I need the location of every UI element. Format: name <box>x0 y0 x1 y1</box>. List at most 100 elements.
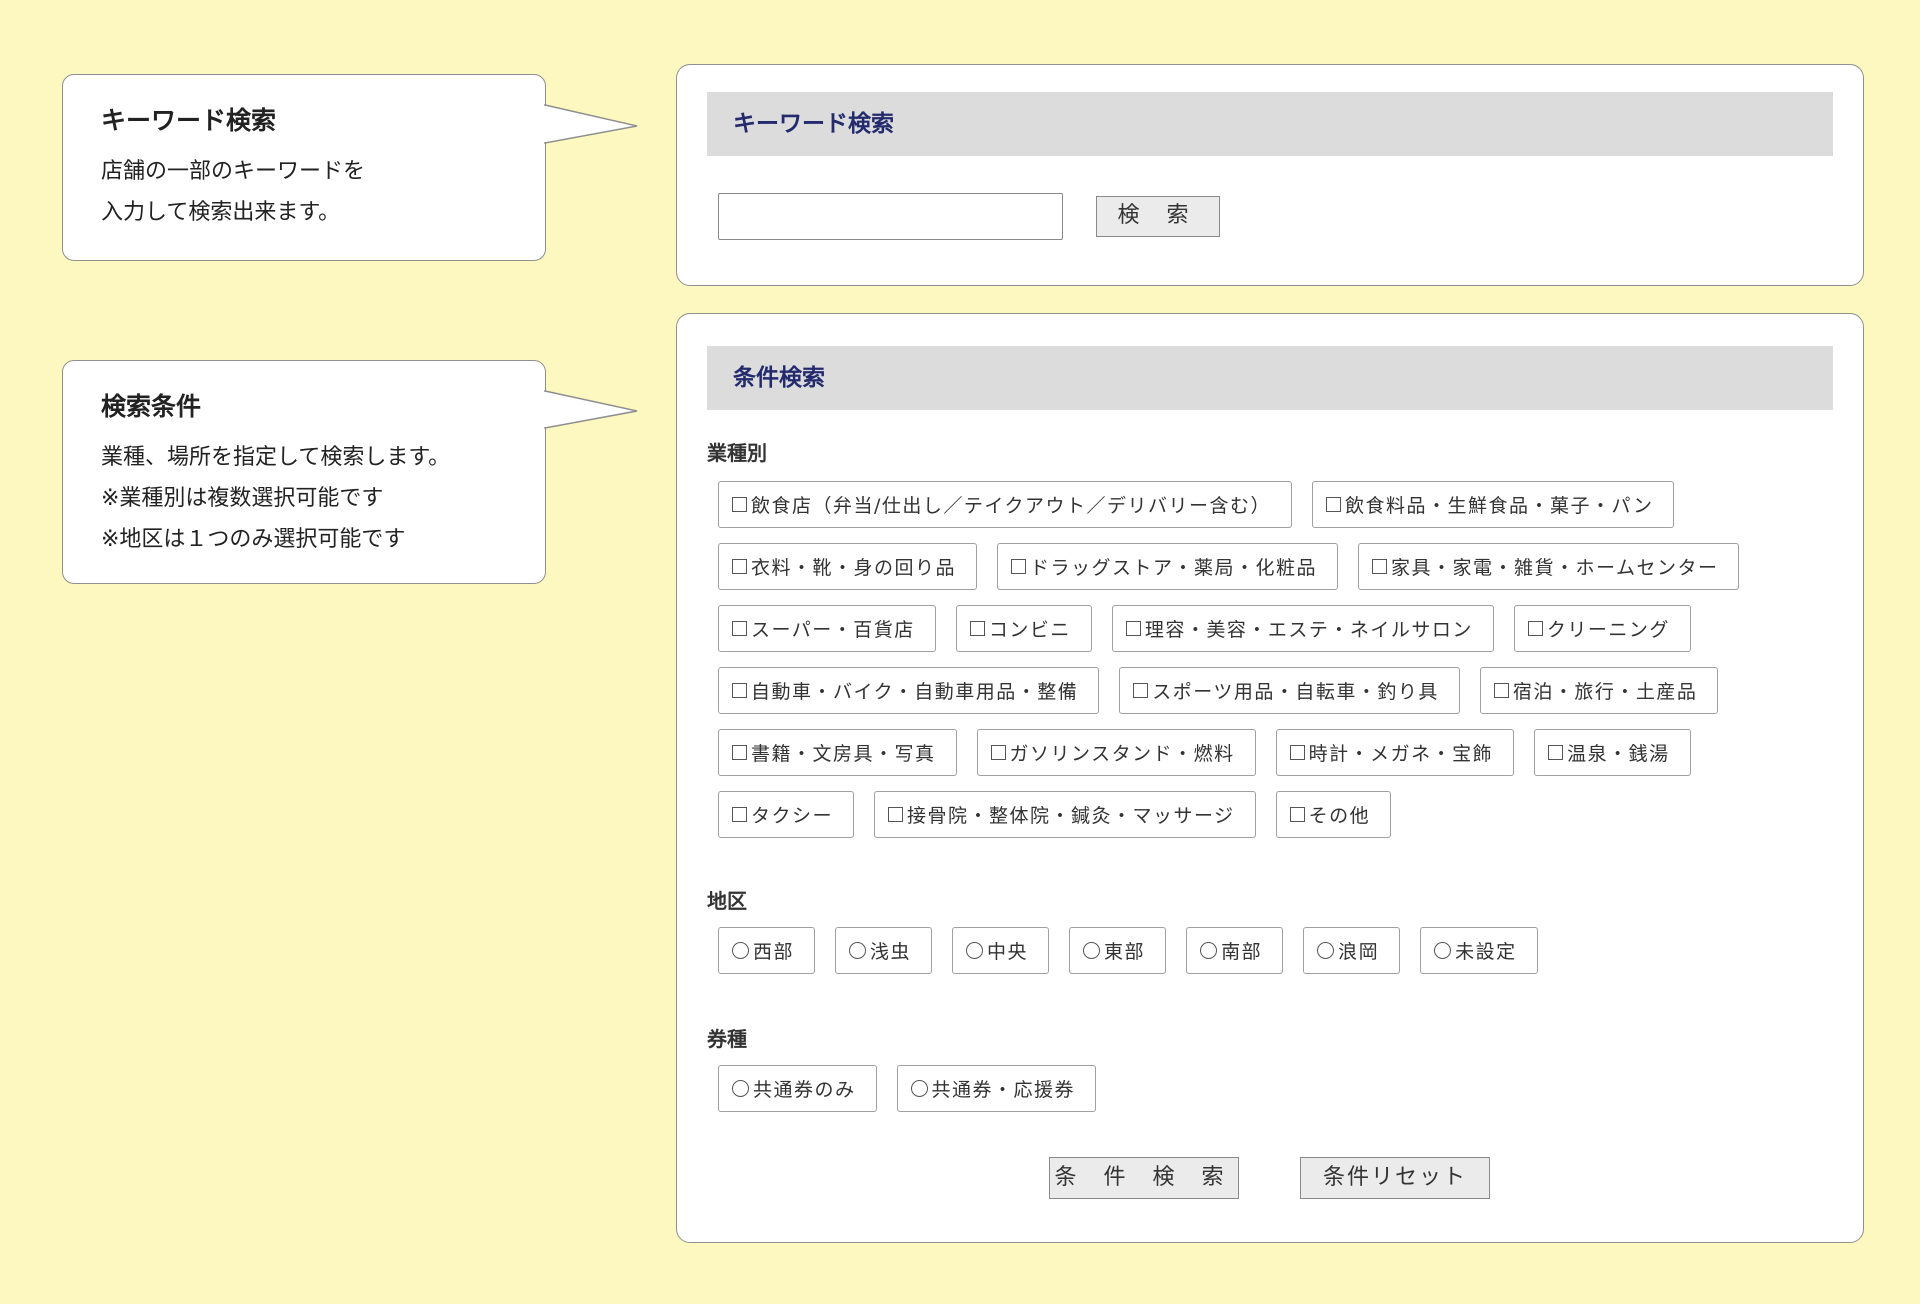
district-option[interactable]: 南部 <box>1186 927 1284 974</box>
checkbox[interactable] <box>732 683 747 698</box>
industry-label: 業種別 <box>707 441 767 465</box>
district-option[interactable]: 浅虫 <box>835 927 933 974</box>
district-option[interactable]: 未設定 <box>1420 927 1538 974</box>
industry-option[interactable]: 家具・家電・雑貨・ホームセンター <box>1358 543 1740 590</box>
checkbox[interactable] <box>732 745 747 760</box>
checkbox[interactable] <box>1548 745 1564 760</box>
checkbox[interactable] <box>990 745 1006 760</box>
checkbox[interactable] <box>732 497 747 512</box>
radio-button[interactable] <box>966 942 984 959</box>
industry-option-label: 飲食店（弁当/仕出し／テイクアウト／デリバリー含む） <box>751 495 1272 517</box>
industry-option-label: ガソリンスタンド・燃料 <box>1009 743 1235 765</box>
keyword-search-heading: キーワード検索 <box>707 92 1833 156</box>
district-options: 西部 浅虫 中央 東部 南部 浪岡 未設定 <box>718 927 1848 989</box>
industry-option[interactable]: 飲食料品・生鮮食品・菓子・パン <box>1312 481 1675 528</box>
industry-option[interactable]: 時計・メガネ・宝飾 <box>1275 729 1515 776</box>
industry-option-label: クリーニング <box>1546 619 1670 641</box>
radio-button[interactable] <box>849 942 867 959</box>
industry-option-label: その他 <box>1308 805 1371 827</box>
ticket-type-option-label: 共通券・応援券 <box>931 1079 1076 1101</box>
industry-option-label: コンビニ <box>988 619 1071 641</box>
checkbox[interactable] <box>1493 683 1509 698</box>
industry-option-label: スーパー・百貨店 <box>751 619 915 641</box>
radio-button[interactable] <box>732 1080 749 1097</box>
industry-option-label: 接骨院・整体院・鍼灸・マッサージ <box>907 805 1235 827</box>
industry-option[interactable]: タクシー <box>718 791 855 838</box>
ticket-type-option[interactable]: 共通券・応援券 <box>896 1065 1097 1112</box>
industry-option[interactable]: 理容・美容・エステ・ネイルサロン <box>1111 605 1494 652</box>
industry-option-label: タクシー <box>751 805 834 827</box>
industry-option-label: ドラッグストア・薬局・化粧品 <box>1030 557 1318 579</box>
industry-option-label: 宿泊・旅行・土産品 <box>1512 681 1698 703</box>
checkbox[interactable] <box>969 621 985 636</box>
ticket-type-option[interactable]: 共通券のみ <box>718 1065 877 1112</box>
industry-option[interactable]: 飲食店（弁当/仕出し／テイクアウト／デリバリー含む） <box>718 481 1293 528</box>
industry-option-label: 時計・メガネ・宝飾 <box>1308 743 1494 765</box>
radio-button[interactable] <box>1434 942 1452 959</box>
checkbox[interactable] <box>1011 559 1027 574</box>
condition-search-panel: 条件検索 業種別 飲食店（弁当/仕出し／テイクアウト／デリバリー含む） 飲食料品・… <box>676 313 1864 1243</box>
checkbox[interactable] <box>732 621 747 636</box>
keyword-input[interactable] <box>718 193 1063 240</box>
condition-search-heading: 条件検索 <box>707 346 1833 410</box>
industry-option[interactable]: スーパー・百貨店 <box>718 605 936 652</box>
ticket-type-option-label: 共通券のみ <box>753 1079 856 1101</box>
checkbox[interactable] <box>732 559 747 574</box>
district-option-label: 浪岡 <box>1338 941 1380 963</box>
industry-option[interactable]: 衣料・靴・身の回り品 <box>718 543 978 590</box>
industry-option[interactable]: ガソリンスタンド・燃料 <box>976 729 1256 776</box>
checkbox[interactable] <box>1372 559 1388 574</box>
district-option-label: 中央 <box>987 941 1029 963</box>
industry-option-label: 飲食料品・生鮮食品・菓子・パン <box>1345 495 1654 517</box>
industry-option[interactable]: コンビニ <box>955 605 1092 652</box>
industry-option-label: 家具・家電・雑貨・ホームセンター <box>1391 557 1719 579</box>
checkbox[interactable] <box>1289 745 1305 760</box>
checkbox[interactable] <box>1289 807 1305 822</box>
radio-button[interactable] <box>1200 942 1218 959</box>
callout-pointer <box>543 390 638 429</box>
district-option[interactable]: 浪岡 <box>1303 927 1401 974</box>
industry-option-label: 温泉・銭湯 <box>1567 743 1670 765</box>
keyword-search-callout: キーワード検索 店舗の一部のキーワードを 入力して検索出来ます。 <box>62 74 638 261</box>
radio-button[interactable] <box>910 1080 928 1097</box>
industry-option[interactable]: 宿泊・旅行・土産品 <box>1479 667 1719 714</box>
checkbox[interactable] <box>1527 621 1543 636</box>
industry-option[interactable]: 書籍・文房具・写真 <box>718 729 957 776</box>
industry-option-label: スポーツ用品・自転車・釣り具 <box>1152 681 1439 703</box>
district-option[interactable]: 西部 <box>718 927 816 974</box>
radio-button[interactable] <box>1083 942 1101 959</box>
checkbox[interactable] <box>1125 621 1141 636</box>
industry-option[interactable]: スポーツ用品・自転車・釣り具 <box>1119 667 1460 714</box>
district-option-label: 南部 <box>1221 941 1263 963</box>
search-button[interactable]: 検 索 <box>1096 196 1220 237</box>
checkbox[interactable] <box>732 807 747 822</box>
industry-option[interactable]: ドラッグストア・薬局・化粧品 <box>997 543 1339 590</box>
district-option-label: 西部 <box>753 941 795 963</box>
district-option-label: 東部 <box>1104 941 1146 963</box>
industry-option-label: 理容・美容・エステ・ネイルサロン <box>1144 619 1473 641</box>
callout-text: ※業種別は複数選択可能です <box>101 486 384 511</box>
industry-option[interactable]: 温泉・銭湯 <box>1534 729 1691 776</box>
checkbox[interactable] <box>1133 683 1149 698</box>
callout-pointer <box>543 104 638 144</box>
district-option-label: 未設定 <box>1455 941 1517 963</box>
industry-option[interactable]: その他 <box>1275 791 1392 838</box>
industry-option[interactable]: 自動車・バイク・自動車用品・整備 <box>718 667 1100 714</box>
ticket-type-label: 券種 <box>707 1027 747 1051</box>
checkbox[interactable] <box>888 807 904 822</box>
condition-search-callout: 検索条件 業種、場所を指定して検索します。 ※業種別は複数選択可能です ※地区は… <box>62 360 638 584</box>
condition-reset-button[interactable]: 条件リセット <box>1300 1157 1490 1199</box>
district-option[interactable]: 中央 <box>952 927 1050 974</box>
radio-button[interactable] <box>1317 942 1335 959</box>
industry-option[interactable]: クリーニング <box>1513 605 1691 652</box>
district-option-label: 浅虫 <box>870 941 912 963</box>
radio-button[interactable] <box>732 942 749 959</box>
keyword-search-panel: キーワード検索 検 索 <box>676 64 1864 286</box>
industry-option-label: 書籍・文房具・写真 <box>751 743 936 765</box>
district-label: 地区 <box>707 889 747 913</box>
industry-option-label: 自動車・バイク・自動車用品・整備 <box>751 681 1079 703</box>
condition-search-button[interactable]: 条 件 検 索 <box>1049 1157 1239 1199</box>
industry-option[interactable]: 接骨院・整体院・鍼灸・マッサージ <box>874 791 1256 838</box>
checkbox[interactable] <box>1326 497 1342 512</box>
district-option[interactable]: 東部 <box>1069 927 1167 974</box>
